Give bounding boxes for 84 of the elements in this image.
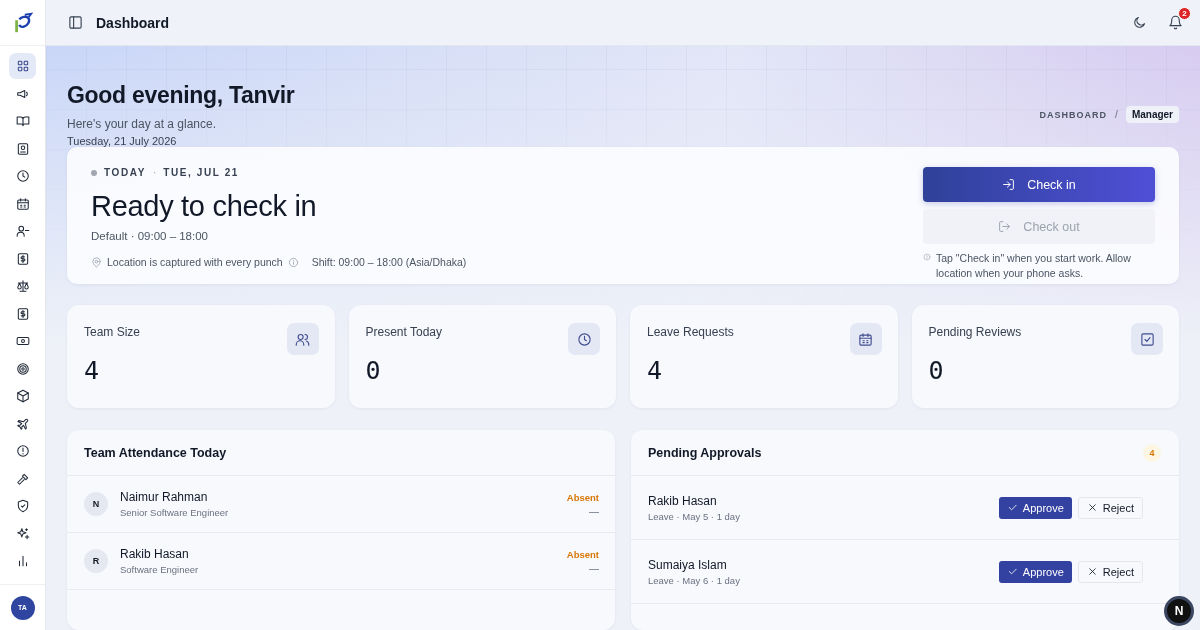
- clock-icon: [15, 169, 30, 183]
- breadcrumb-link[interactable]: DASHBOARD: [1039, 109, 1108, 120]
- checkin-status-heading: Ready to check in: [91, 190, 318, 224]
- location-pin-icon: [91, 256, 102, 268]
- approve-button[interactable]: Approve: [998, 496, 1072, 519]
- employee-name: Naimur Rahman: [120, 490, 209, 504]
- role-tag: Manager: [1125, 106, 1179, 124]
- sparkles-icon: [15, 526, 30, 541]
- panel-title: Team Attendance Today: [84, 445, 227, 460]
- employee-name: Rakib Hasan: [120, 547, 190, 561]
- employee-role: Software Engineer: [120, 564, 200, 575]
- dollar-icon: [15, 306, 30, 321]
- status-dot-icon: [91, 169, 97, 176]
- sidebar-nav-button[interactable]: [9, 53, 36, 79]
- reject-button[interactable]: Reject: [1077, 496, 1143, 519]
- status-label: Absent: [566, 548, 599, 560]
- requester-name: Sumaiya Islam: [648, 557, 728, 572]
- employee-role: Senior Software Engineer: [120, 507, 230, 518]
- shield-icon: [15, 499, 30, 513]
- users-icon: [295, 331, 310, 347]
- sidebar-toggle-button[interactable]: [66, 13, 84, 32]
- panel-icon: [67, 15, 83, 30]
- info-icon: [287, 256, 299, 268]
- notification-count: 2: [1178, 6, 1191, 20]
- status-label: Absent: [566, 491, 599, 503]
- bell-icon: [1167, 15, 1183, 30]
- grid-icon: [15, 59, 30, 73]
- schedule-text: Default · 09:00 – 18:00: [91, 230, 209, 243]
- target-icon: [15, 361, 30, 376]
- initial-avatar: R: [84, 549, 108, 573]
- dollar-icon: [15, 251, 30, 266]
- calendar-icon: [858, 331, 873, 347]
- stat-label: Leave Requests: [647, 325, 734, 339]
- login-icon: [1002, 178, 1016, 192]
- logout-icon: [998, 220, 1012, 234]
- stat-value: 0: [928, 356, 945, 385]
- check-icon: [1006, 502, 1018, 513]
- calendar-icon: [15, 196, 30, 211]
- dev-indicator-button[interactable]: N: [1164, 596, 1194, 626]
- hammer-icon: [15, 471, 30, 486]
- separator-dot: ·: [152, 167, 157, 179]
- today-label: TODAY: [104, 167, 146, 179]
- initial-avatar: N: [84, 492, 108, 516]
- reject-button[interactable]: Reject: [1077, 560, 1143, 583]
- check-in-button[interactable]: Check in: [923, 167, 1155, 203]
- request-detail: Leave · May 6 · 1 day: [648, 574, 741, 586]
- day-label: TUE, JUL 21: [163, 167, 240, 179]
- request-detail: Leave · May 5 · 1 day: [648, 510, 741, 522]
- banknote-icon: [15, 334, 30, 348]
- date-text: Tuesday, 21 July 2026: [67, 135, 178, 148]
- scale-icon: [15, 279, 30, 293]
- clock-icon: [576, 331, 592, 347]
- alert-icon: [15, 444, 30, 458]
- plane-icon: [15, 416, 30, 431]
- stat-value: 4: [84, 356, 101, 385]
- check-in-time: —: [588, 562, 599, 574]
- hint-text: Tap "Check in" when you start work. Allow location when your phone asks.: [936, 251, 1132, 282]
- check-icon: [1006, 566, 1018, 577]
- count-badge: 4: [1143, 443, 1161, 462]
- notifications-button[interactable]: [1166, 13, 1184, 32]
- shift-text: Shift: 09:00 – 18:00 (Asia/Dhaka): [311, 256, 467, 269]
- stat-label: Present Today: [365, 325, 442, 339]
- stat-value: 4: [647, 356, 664, 385]
- box-icon: [15, 389, 30, 403]
- moon-icon: [1131, 15, 1147, 30]
- stat-value: 0: [365, 356, 382, 385]
- book-icon: [15, 114, 30, 128]
- info-icon: [923, 253, 931, 262]
- panel-title: Pending Approvals: [648, 445, 762, 460]
- page-title: Dashboard: [96, 14, 170, 31]
- close-icon: [1086, 502, 1098, 513]
- approve-button[interactable]: Approve: [998, 560, 1072, 583]
- close-icon: [1086, 566, 1098, 577]
- stat-label: Pending Reviews: [928, 325, 1022, 339]
- user-minus-icon: [15, 224, 30, 238]
- subtitle: Here's your day at a glance.: [67, 117, 218, 132]
- check-in-time: —: [588, 505, 599, 517]
- breadcrumb-separator: /: [1115, 109, 1118, 121]
- greeting-heading: Good evening, Tanvir: [67, 82, 295, 110]
- contact-card-icon: [15, 141, 30, 156]
- location-note: Location is captured with every punch: [107, 256, 283, 269]
- stat-label: Team Size: [84, 325, 141, 339]
- check-square-icon: [1139, 331, 1155, 347]
- requester-name: Rakib Hasan: [648, 493, 718, 508]
